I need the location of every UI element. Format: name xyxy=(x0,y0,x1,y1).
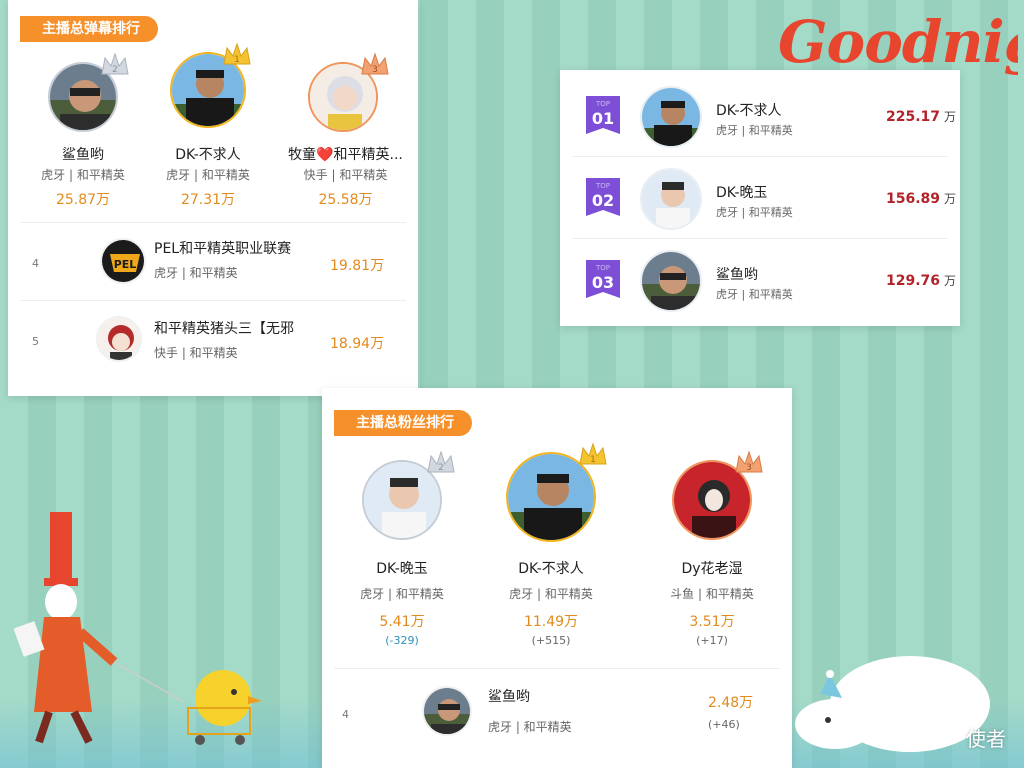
row-platform: 虎牙 | 和平精英 xyxy=(154,266,238,280)
top-name: 牧童❤️和平精英... xyxy=(288,147,403,163)
row-platform: 虎牙 | 和平精英 xyxy=(716,206,793,219)
top-delta: (-329) xyxy=(385,634,419,647)
avatar-shayu[interactable] xyxy=(422,686,472,736)
top-delta: (+515) xyxy=(531,634,571,647)
top-name: DK-晚玉 xyxy=(376,561,428,577)
top-delta: (+17) xyxy=(696,634,728,647)
row-value: 129.76 万 xyxy=(886,273,957,289)
top-value: 27.31万 xyxy=(180,192,236,208)
gold-crown-icon: 1 xyxy=(223,42,251,65)
divider xyxy=(20,222,406,223)
avatar-dk[interactable] xyxy=(640,86,702,148)
top-value: 11.49万 xyxy=(523,614,579,630)
row-platform: 虎牙 | 和平精英 xyxy=(716,124,793,137)
top-platform: 虎牙 | 和平精英 xyxy=(509,587,593,601)
top-platform: 虎牙 | 和平精英 xyxy=(360,587,444,601)
danmu-ranking-card: 主播总弹幕排行 2 鲨鱼哟 虎牙 | 和平精英 25.87万 1 DK-不求人 … xyxy=(8,0,418,396)
top-name: DK-不求人 xyxy=(175,147,241,163)
pel-logo-avatar[interactable]: PEL xyxy=(100,238,146,284)
avatar-wanyu[interactable] xyxy=(640,168,702,230)
divider xyxy=(572,238,948,239)
top-platform: 虎牙 | 和平精英 xyxy=(41,168,125,182)
divider xyxy=(334,668,780,669)
row-value: 19.81万 xyxy=(330,258,385,274)
svg-text:1: 1 xyxy=(590,455,596,465)
polar-bear-illustration xyxy=(795,656,990,752)
duck-cart-illustration xyxy=(187,670,262,745)
row-value: 2.48万 xyxy=(708,695,754,711)
svg-text:TOP: TOP xyxy=(595,100,610,108)
top-platform: 虎牙 | 和平精英 xyxy=(166,168,250,182)
fans-ranking-card: 主播总粉丝排行 2 DK-晚玉 虎牙 | 和平精英 5.41万 (-329) 1… xyxy=(322,388,792,768)
top-value: 25.58万 xyxy=(318,192,373,208)
top-value: 3.51万 xyxy=(689,614,735,630)
top-platform: 斗鱼 | 和平精英 xyxy=(670,587,754,601)
silver-crown-icon: 2 xyxy=(427,450,455,473)
rank-label: 03 xyxy=(591,273,615,292)
avatar-shayu[interactable] xyxy=(640,250,702,312)
row-name: 鲨鱼哟 xyxy=(716,267,758,283)
silver-crown-icon: 2 xyxy=(101,52,129,75)
svg-text:2: 2 xyxy=(438,463,444,473)
rank-label: 01 xyxy=(591,109,615,128)
top-name: Dy花老湿 xyxy=(681,561,743,577)
row-value: 18.94万 xyxy=(330,336,385,352)
rank-number: 4 xyxy=(32,257,39,270)
svg-text:3: 3 xyxy=(372,65,378,75)
svg-text:3: 3 xyxy=(746,463,752,473)
top-value: 25.87万 xyxy=(55,192,111,208)
top-platform: 快手 | 和平精英 xyxy=(303,168,388,182)
top-name: 鲨鱼哟 xyxy=(62,147,104,163)
row-name: DK-不求人 xyxy=(716,103,782,119)
row-name: DK-晚玉 xyxy=(716,185,768,201)
rank-label: 02 xyxy=(591,191,615,210)
svg-text:TOP: TOP xyxy=(595,264,610,272)
bronze-crown-icon: 3 xyxy=(735,450,763,473)
row-platform: 虎牙 | 和平精英 xyxy=(716,288,793,301)
top-ranking-card: TOP 01 DK-不求人 虎牙 | 和平精英 225.17 万 TOP 02 D… xyxy=(560,70,960,326)
svg-text:1: 1 xyxy=(234,55,240,65)
svg-text:2: 2 xyxy=(112,65,118,75)
rank-number: 5 xyxy=(32,335,39,348)
divider xyxy=(572,156,948,157)
row-name: 鲨鱼哟 xyxy=(488,689,530,705)
rank-number: 4 xyxy=(342,708,349,721)
fans-ranking-tag: 主播总粉丝排行 xyxy=(334,410,472,436)
danmu-ranking-tag: 主播总弹幕排行 xyxy=(20,16,158,42)
top-value: 5.41万 xyxy=(379,614,425,630)
watermark: 使者 xyxy=(966,727,1006,751)
row-name: PEL和平精英职业联赛 xyxy=(154,241,292,257)
gold-crown-icon: 1 xyxy=(579,442,607,465)
row-platform: 快手 | 和平精英 xyxy=(154,346,238,360)
zhutousan-avatar[interactable] xyxy=(96,316,142,362)
row-value: 156.89 万 xyxy=(886,191,957,207)
top-name: DK-不求人 xyxy=(518,561,584,577)
row-name: 和平精英猪头三【无邪 xyxy=(154,321,294,337)
bronze-crown-icon: 3 xyxy=(361,52,389,75)
svg-text:PEL: PEL xyxy=(114,258,137,271)
row-value: 225.17 万 xyxy=(886,109,957,125)
row-delta: (+46) xyxy=(708,718,740,731)
divider xyxy=(20,300,406,301)
svg-text:TOP: TOP xyxy=(595,182,610,190)
row-platform: 虎牙 | 和平精英 xyxy=(488,720,572,734)
